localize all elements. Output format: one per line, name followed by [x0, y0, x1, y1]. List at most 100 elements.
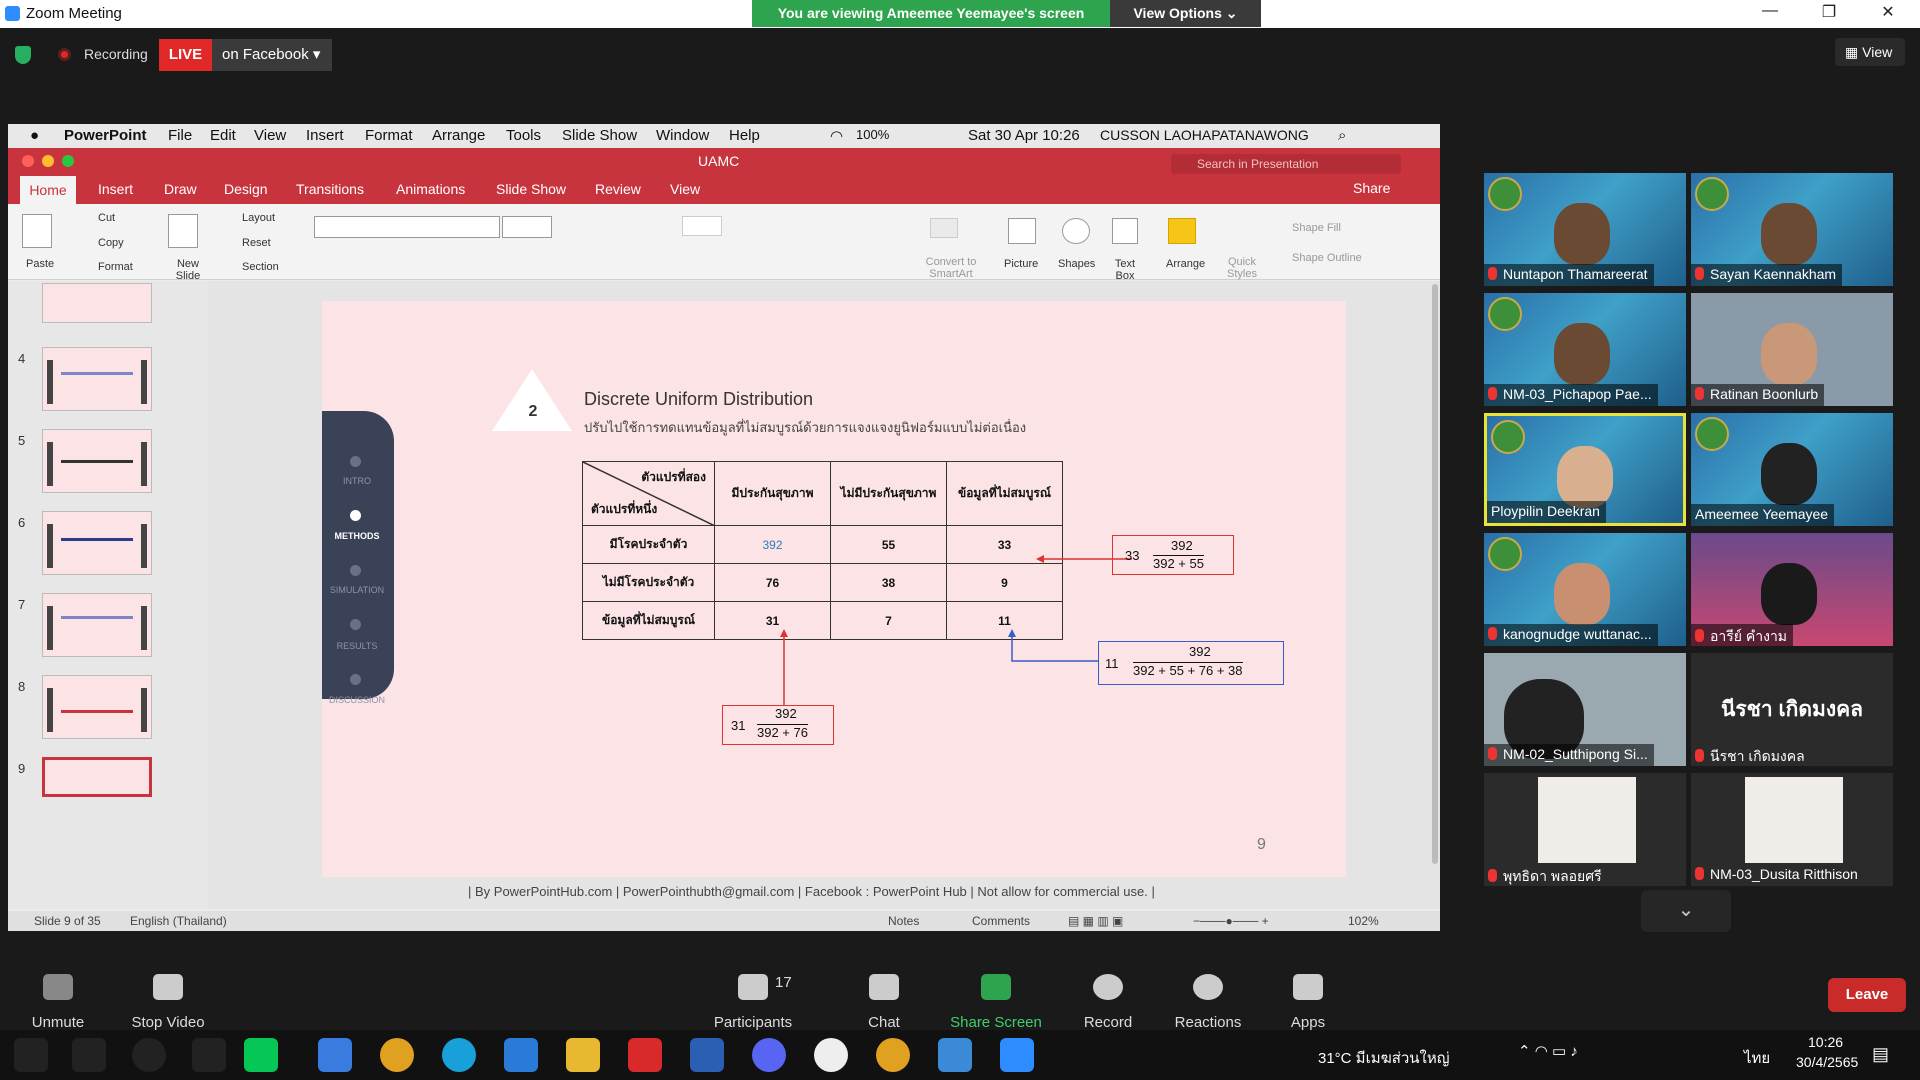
zoom-level[interactable]: 102% — [1348, 914, 1379, 928]
format-button[interactable]: Format — [98, 261, 133, 273]
participant-tile[interactable]: อารีย์ คำงาม — [1691, 533, 1893, 646]
zoom-slider[interactable]: −───●─── + — [1193, 914, 1269, 928]
l-app-icon[interactable] — [504, 1038, 538, 1072]
participant-tile[interactable]: NM-03_Pichapop Pae... — [1484, 293, 1686, 406]
participant-tile[interactable]: NM-03_Dusita Ritthison — [1691, 773, 1893, 886]
arrange-label[interactable]: Arrange — [1166, 258, 1205, 270]
weather-label[interactable]: 31°C มีเมฆส่วนใหญ่ — [1318, 1046, 1450, 1070]
spotlight-icon[interactable]: ⌕ — [1338, 127, 1346, 144]
participant-tile-active-speaker[interactable]: Ploypilin Deekran — [1484, 413, 1686, 526]
slide-thumbnail-6[interactable] — [42, 511, 152, 575]
notes-button[interactable]: Notes — [888, 914, 919, 928]
chevron-down-icon[interactable]: ⌄ — [1641, 890, 1731, 932]
file-explorer-icon[interactable] — [566, 1038, 600, 1072]
paste-icon[interactable] — [22, 214, 52, 248]
tab-transitions[interactable]: Transitions — [296, 181, 364, 197]
slide-thumbnail-9-selected[interactable] — [42, 757, 152, 797]
chat-button[interactable]: Chat — [824, 974, 944, 1031]
tab-draw[interactable]: Draw — [164, 181, 197, 197]
slide-thumbnail-4[interactable] — [42, 347, 152, 411]
tab-view[interactable]: View — [670, 181, 700, 197]
participant-tile[interactable]: Sayan Kaennakham — [1691, 173, 1893, 286]
menu-format[interactable]: Format — [365, 127, 413, 144]
live-target-dropdown[interactable]: on Facebook ▾ — [212, 39, 332, 71]
convert-smartart-label[interactable]: Convert to SmartArt — [916, 256, 986, 280]
zoom-window-icon[interactable] — [62, 155, 74, 167]
menu-file[interactable]: File — [168, 127, 192, 144]
picture-icon[interactable] — [1008, 218, 1036, 244]
mac-user[interactable]: CUSSON LAOHAPATANAWONG — [1100, 127, 1309, 143]
clock-date[interactable]: 30/4/2565 — [1796, 1054, 1858, 1070]
language-label[interactable]: English (Thailand) — [130, 914, 227, 928]
system-tray-icons[interactable]: ⌃ ◠ ▭ ♪ — [1518, 1042, 1578, 1060]
cortana-icon[interactable] — [132, 1038, 166, 1072]
quick-styles-label[interactable]: Quick Styles — [1222, 256, 1262, 280]
participant-tile[interactable]: พุทธิดา พลอยศรี — [1484, 773, 1686, 886]
task-view-icon[interactable] — [192, 1038, 226, 1072]
participant-tile[interactable]: นีรชา เกิดมงคล นีรชา เกิดมงคล — [1691, 653, 1893, 766]
participant-tile[interactable]: kanognudge wuttanac... — [1484, 533, 1686, 646]
participant-tile[interactable]: Nuntapon Thamareerat — [1484, 173, 1686, 286]
restore-button[interactable]: ❐ — [1809, 2, 1849, 22]
shape-outline-button[interactable]: Shape Outline — [1292, 252, 1362, 264]
participant-tile[interactable]: Ameemee Yeemayee — [1691, 413, 1893, 526]
menu-insert[interactable]: Insert — [306, 127, 344, 144]
app-icon[interactable] — [814, 1038, 848, 1072]
shapes-icon[interactable] — [1062, 218, 1090, 244]
wifi-icon[interactable]: ◠ — [830, 127, 843, 145]
notification-icon[interactable]: ▤ — [1872, 1044, 1889, 1065]
participant-tile[interactable]: Ratinan Boonlurb — [1691, 293, 1893, 406]
zoom-taskbar-icon[interactable] — [1000, 1038, 1034, 1072]
picture-label[interactable]: Picture — [1004, 258, 1038, 270]
leave-button[interactable]: Leave — [1828, 978, 1906, 1012]
comments-button[interactable]: Comments — [972, 914, 1030, 928]
photos-icon[interactable] — [938, 1038, 972, 1072]
tab-design[interactable]: Design — [224, 181, 268, 197]
slide-thumbnail-panel[interactable]: 4 5 6 7 8 9 — [8, 281, 208, 909]
slide-thumbnail-5[interactable] — [42, 429, 152, 493]
search-icon[interactable] — [72, 1038, 106, 1072]
share-screen-button[interactable]: Share Screen — [936, 974, 1056, 1031]
menu-arrange[interactable]: Arrange — [432, 127, 485, 144]
layout-button[interactable]: Layout — [242, 212, 275, 224]
tab-review[interactable]: Review — [595, 181, 641, 197]
recording-label[interactable]: Recording — [84, 46, 148, 62]
unmute-button[interactable]: Unmute — [0, 974, 118, 1031]
arrange-icon[interactable] — [1168, 218, 1196, 244]
smartart-icon[interactable] — [930, 218, 958, 238]
menu-edit[interactable]: Edit — [210, 127, 236, 144]
shared-screen[interactable]: ● PowerPoint File Edit View Insert Forma… — [8, 124, 1440, 931]
shapes-label[interactable]: Shapes — [1058, 258, 1095, 270]
current-slide[interactable]: INTRO METHODS SIMULATION RESULTS DISCUSS… — [322, 301, 1346, 877]
participant-tile[interactable]: NM-02_Sutthipong Si... — [1484, 653, 1686, 766]
apple-icon[interactable]: ● — [30, 127, 39, 144]
text-box-icon[interactable] — [1112, 218, 1138, 244]
font-size-field[interactable] — [502, 216, 552, 238]
cut-button[interactable]: Cut — [98, 212, 115, 224]
menu-view[interactable]: View — [254, 127, 286, 144]
edge-icon[interactable] — [442, 1038, 476, 1072]
close-window-icon[interactable] — [22, 155, 34, 167]
mcafee-icon[interactable] — [628, 1038, 662, 1072]
new-slide-icon[interactable] — [168, 214, 198, 248]
clock-time[interactable]: 10:26 — [1808, 1034, 1843, 1050]
minimize-window-icon[interactable] — [42, 155, 54, 167]
vertical-scrollbar[interactable] — [1432, 284, 1438, 864]
slide-thumbnail-8[interactable] — [42, 675, 152, 739]
slide-thumbnail-7[interactable] — [42, 593, 152, 657]
word-icon[interactable] — [690, 1038, 724, 1072]
tab-insert[interactable]: Insert — [98, 181, 133, 197]
input-language[interactable]: ไทย — [1744, 1046, 1770, 1070]
mail-icon[interactable] — [318, 1038, 352, 1072]
stop-video-button[interactable]: Stop Video — [108, 974, 228, 1031]
menu-tools[interactable]: Tools — [506, 127, 541, 144]
reset-button[interactable]: Reset — [242, 237, 271, 249]
shape-fill-button[interactable]: Shape Fill — [1292, 222, 1341, 234]
tab-home[interactable]: Home — [20, 176, 76, 204]
paste-label[interactable]: Paste — [26, 258, 54, 270]
line-app-icon[interactable] — [244, 1038, 278, 1072]
share-ppt-button[interactable]: Share — [1353, 180, 1390, 196]
text-box-label[interactable]: Text Box — [1108, 258, 1142, 282]
chrome-profile-icon[interactable] — [876, 1038, 910, 1072]
tab-animations[interactable]: Animations — [396, 181, 465, 197]
